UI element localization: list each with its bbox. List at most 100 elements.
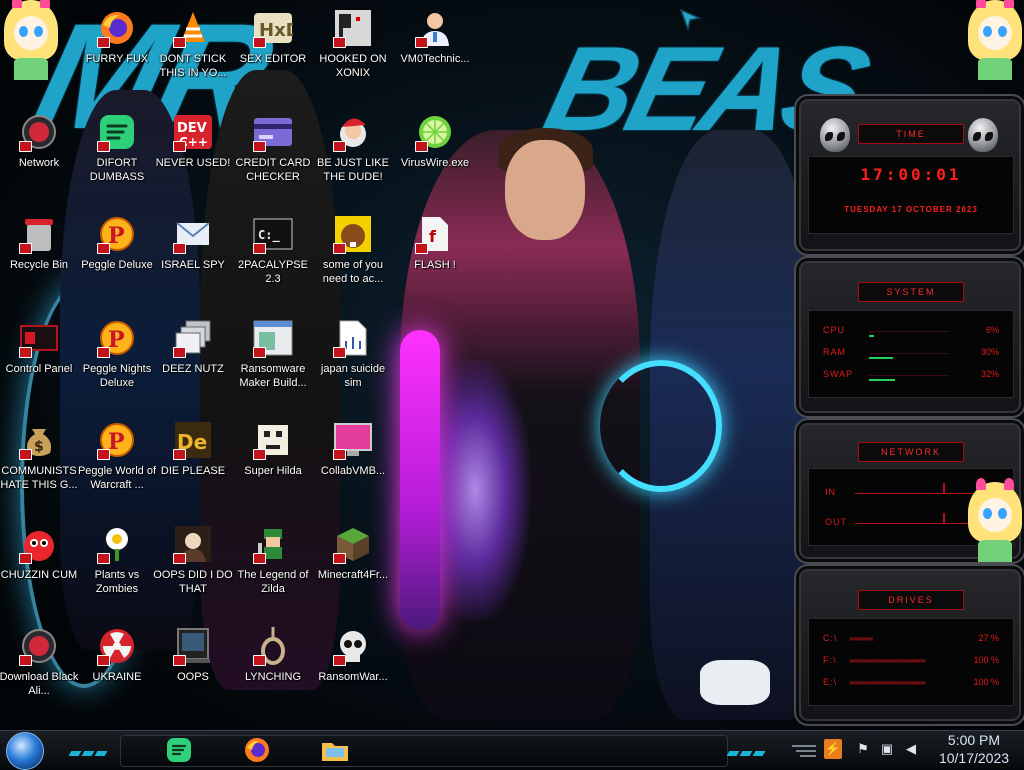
svg-text:$: $ <box>34 439 44 455</box>
desktop-icon-label: Peggle World of Warcraft ... <box>77 465 157 491</box>
desktop-icon[interactable]: HxD SEX EDITOR <box>232 2 314 98</box>
desktop-icon[interactable]: BE JUST LIKE THE DUDE! <box>312 106 394 202</box>
widget-usage-bar <box>869 357 893 359</box>
desktop-icon[interactable]: The Legend of Zilda <box>232 518 314 614</box>
desktop-icon-label: BE JUST LIKE THE DUDE! <box>317 157 389 183</box>
desktop-icon[interactable]: Download Black Ali... <box>0 620 80 716</box>
shortcut-overlay-icon <box>173 553 186 564</box>
desktop-icon[interactable]: Control Panel <box>0 312 80 408</box>
shortcut-overlay-icon <box>97 347 110 358</box>
network-out-spike <box>943 513 945 523</box>
network-out-label: OUT <box>825 517 847 527</box>
desktop-icon[interactable]: HOOKED ON XONIX <box>312 2 394 98</box>
widget-usage-bar <box>869 379 895 381</box>
widget-row-label: RAM <box>823 347 846 357</box>
desktop-icon[interactable]: VM0Technic... <box>394 2 476 98</box>
shortcut-overlay-icon <box>333 449 346 460</box>
radiation-icon <box>97 626 137 666</box>
desktop-icon[interactable]: LYNCHING <box>232 620 314 716</box>
widget-row-value: 32% <box>980 369 999 379</box>
desktop-icon[interactable]: $ COMMUNISTS HATE THIS G... <box>0 414 80 510</box>
desktop-icon[interactable]: OOPS <box>152 620 234 716</box>
desktop-icon-label: Plants vs Zombies <box>94 569 140 595</box>
desktop-icon-label: Super Hilda <box>244 465 302 477</box>
shortcut-overlay-icon <box>19 243 32 254</box>
pixel-hero-icon <box>253 524 293 564</box>
desktop-icon[interactable]: De DIE PLEASE <box>152 414 234 510</box>
desktop-icon-label: VirusWire.exe <box>400 157 470 169</box>
desktop-icon[interactable]: Plants vs Zombies <box>76 518 158 614</box>
desktop-icon[interactable]: Network <box>0 106 80 202</box>
portrait-icon <box>173 524 213 564</box>
desktop-icon[interactable]: ISRAEL SPY <box>152 208 234 304</box>
desktop-icon[interactable]: RansomWar... <box>312 620 394 716</box>
desktop-icon[interactable]: OOPS DID I DO THAT <box>152 518 234 614</box>
widget-usage-bar <box>869 335 874 337</box>
network-orb-icon <box>19 112 59 152</box>
desktop-icon-label: CREDIT CARD CHECKER <box>235 157 311 183</box>
shortcut-overlay-icon <box>253 655 266 666</box>
desktop-icon[interactable]: CREDIT CARD CHECKER <box>232 106 314 202</box>
drives-widget: DRIVES C:\ 27 % »»»»»»»»»»»»»»»»»»»»»» F:\ 1… <box>794 564 1024 726</box>
star-sticker-right <box>964 478 1024 562</box>
desktop-icon-label: Recycle Bin <box>9 259 69 271</box>
desktop-icon[interactable]: P Peggle Deluxe <box>76 208 158 304</box>
start-button[interactable] <box>6 732 44 770</box>
shortcut-overlay-icon <box>19 449 32 460</box>
desktop-icon[interactable]: some of you need to ac... <box>312 208 394 304</box>
taskbar-decoration-right <box>726 743 767 756</box>
flag-icon[interactable]: ⚑ <box>854 739 872 759</box>
taskbar-clock[interactable]: 5:00 PM 10/17/2023 <box>928 731 1020 769</box>
firefox-icon <box>97 8 137 48</box>
keyboard-icon[interactable]: ⚡ <box>824 739 842 759</box>
chuzzle-icon <box>19 524 59 564</box>
desktop-icon[interactable]: japan suicide sim <box>312 312 394 408</box>
desktop-icon[interactable]: Recycle Bin <box>0 208 80 304</box>
drives-widget-title: DRIVES <box>858 590 964 610</box>
desktop-icon[interactable]: CHUZZIN CUM <box>0 518 80 614</box>
minecraft-block-icon <box>333 524 373 564</box>
taskbar-app-file-explorer[interactable] <box>316 734 354 766</box>
desktop-icon-label: ISRAEL SPY <box>161 259 225 271</box>
desktop-icon[interactable]: DEEZ NUTZ <box>152 312 234 408</box>
taskbar-decoration-left <box>68 743 109 756</box>
desktop-icon[interactable]: DONT STICK THIS IN YO... <box>152 2 234 98</box>
desktop-icon[interactable]: FURRY FUX <box>76 2 158 98</box>
desktop-icon[interactable]: C:_ 2PACALYPSE 2.3 <box>232 208 314 304</box>
desktop-icon-label: FLASH ! <box>414 259 456 271</box>
svg-text:P: P <box>108 327 125 353</box>
shortcut-overlay-icon <box>19 553 32 564</box>
speaker-icon[interactable]: ◀ <box>902 739 920 759</box>
flower-icon <box>97 524 137 564</box>
desktop-icon-label: Peggle Deluxe <box>81 259 153 271</box>
desktop-icon[interactable]: DEV C++ NEVER USED! <box>152 106 234 202</box>
shortcut-overlay-icon <box>253 347 266 358</box>
desktop-icon[interactable]: P Peggle World of Warcraft ... <box>76 414 158 510</box>
star-sticker-top-right <box>964 0 1024 80</box>
desktop-icon[interactable]: Super Hilda <box>232 414 314 510</box>
network-icon[interactable]: ▣ <box>878 739 896 759</box>
desktop-icon[interactable]: DIFORT DUMBASS <box>76 106 158 202</box>
desktop-icon-label: UKRAINE <box>92 671 142 683</box>
shortcut-overlay-icon <box>253 449 266 460</box>
desktop-icon-label: CollabVMB... <box>320 465 386 477</box>
alien-head-icon <box>820 118 850 152</box>
desktop-icon[interactable]: VirusWire.exe <box>394 106 476 202</box>
time-widget: TIME 17:00:01 TUESDAY 17 OCTOBER 2023 <box>794 94 1024 256</box>
desktop-icon[interactable]: P Peggle Nights Deluxe <box>76 312 158 408</box>
credit-card-icon <box>253 112 293 152</box>
desktop-icon[interactable]: Ransomware Maker Build... <box>232 312 314 408</box>
svg-text:P: P <box>108 429 125 455</box>
taskbar-app-spotify[interactable] <box>160 734 198 766</box>
desktop-icon-label: DONT STICK THIS IN YO... <box>159 53 227 79</box>
desktop-icon[interactable]: Minecraft4Fr... <box>312 518 394 614</box>
desktop-icon[interactable]: CollabVMB... <box>312 414 394 510</box>
desktop-icon[interactable]: f FLASH ! <box>394 208 476 304</box>
shortcut-overlay-icon <box>97 141 110 152</box>
shortcut-overlay-icon <box>97 655 110 666</box>
shortcut-overlay-icon <box>253 243 266 254</box>
desktop-icon[interactable]: UKRAINE <box>76 620 158 716</box>
taskbar-app-firefox[interactable] <box>238 734 276 766</box>
lime-icon <box>415 112 455 152</box>
drive-fill-arrows: »»»»»»»»»»»»»»»»»»»»»» <box>849 634 873 643</box>
